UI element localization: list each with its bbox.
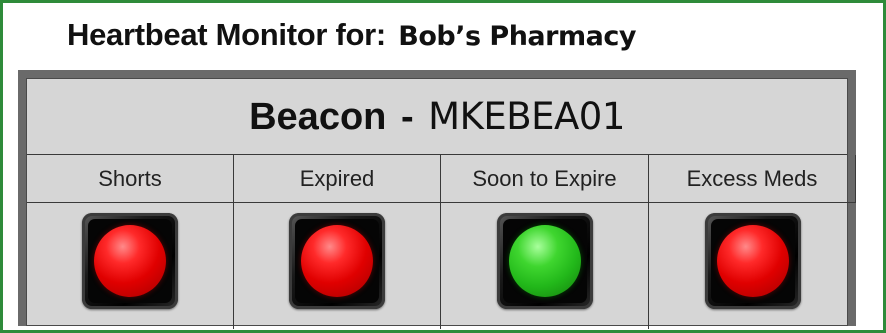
status-light-shorts[interactable] — [82, 213, 178, 309]
green-status-light-icon — [508, 225, 581, 297]
indicator-cell-expired — [234, 203, 441, 329]
indicator-cell-excess-meds — [649, 203, 856, 329]
status-light-excess-meds[interactable] — [704, 213, 801, 309]
beacon-panel: Beacon - MKEBEA01 Shorts Expired Soon to… — [18, 70, 856, 329]
column-header-excess-meds: Excess Meds — [649, 155, 856, 203]
column-header-shorts: Shorts — [27, 155, 234, 203]
beacon-header: Beacon - MKEBEA01 — [27, 79, 847, 155]
store-name: Bob’s Pharmacy — [398, 21, 636, 52]
beacon-separator: - — [400, 96, 414, 138]
status-light-expired[interactable] — [289, 213, 385, 309]
page-title-prefix: Heartbeat Monitor for: — [67, 17, 386, 52]
status-light-soon-to-expire[interactable] — [496, 213, 593, 309]
indicator-grid: Shorts Expired Soon to Expire Excess Med… — [27, 155, 856, 329]
red-status-light-icon — [716, 225, 789, 297]
beacon-table: Beacon - MKEBEA01 Shorts Expired Soon to… — [26, 78, 856, 329]
column-header-expired: Expired — [234, 155, 441, 203]
page-title: Heartbeat Monitor for: Bob’s Pharmacy — [67, 17, 636, 53]
column-header-soon-to-expire: Soon to Expire — [441, 155, 649, 203]
red-status-light-icon — [94, 225, 166, 297]
indicator-cell-soon-to-expire — [441, 203, 649, 329]
indicator-cell-shorts — [27, 203, 234, 329]
beacon-label: Beacon — [249, 96, 387, 138]
red-status-light-icon — [301, 225, 373, 297]
beacon-code: MKEBEA01 — [428, 95, 625, 138]
